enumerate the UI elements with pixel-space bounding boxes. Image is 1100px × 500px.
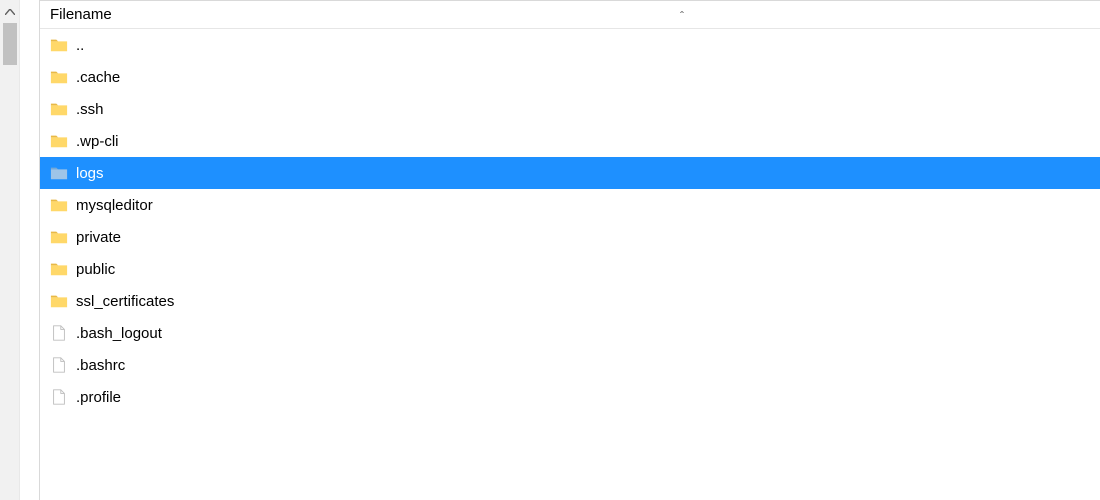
list-item[interactable]: .wp-cli <box>40 125 1100 157</box>
list-item[interactable]: .ssh <box>40 93 1100 125</box>
sort-indicator-icon: ˆ <box>680 2 684 30</box>
list-item[interactable]: private <box>40 221 1100 253</box>
filename-label: .ssh <box>76 101 104 118</box>
file-list-panel: Filename ˆ .. .cache .ssh .wp-cli logs mysqle… <box>40 0 1100 500</box>
filename-label: logs <box>76 165 104 182</box>
folder-icon <box>50 100 68 118</box>
file-icon <box>50 388 68 406</box>
scroll-up-button[interactable] <box>1 3 19 21</box>
list-item[interactable]: ssl_certificates <box>40 285 1100 317</box>
folder-icon <box>50 36 68 54</box>
column-header-label: Filename <box>50 6 112 23</box>
list-item[interactable]: mysqleditor <box>40 189 1100 221</box>
filename-label: .profile <box>76 389 121 406</box>
filename-label: mysqleditor <box>76 197 153 214</box>
list-item[interactable]: .profile <box>40 381 1100 413</box>
folder-icon <box>50 164 68 182</box>
folder-icon <box>50 196 68 214</box>
file-icon <box>50 324 68 342</box>
list-item[interactable]: .cache <box>40 61 1100 93</box>
filename-label: .bashrc <box>76 357 125 374</box>
folder-icon <box>50 292 68 310</box>
list-item[interactable]: .. <box>40 29 1100 61</box>
filename-label: ssl_certificates <box>76 293 174 310</box>
file-list: .. .cache .ssh .wp-cli logs mysqleditor privat… <box>40 29 1100 500</box>
file-icon <box>50 356 68 374</box>
scroll-thumb[interactable] <box>3 23 17 65</box>
folder-icon <box>50 68 68 86</box>
left-scrollbar[interactable] <box>0 0 20 500</box>
filename-label: .cache <box>76 69 120 86</box>
folder-icon <box>50 228 68 246</box>
list-item[interactable]: public <box>40 253 1100 285</box>
filename-label: public <box>76 261 115 278</box>
filename-label: private <box>76 229 121 246</box>
column-header-filename[interactable]: Filename ˆ <box>40 1 1100 29</box>
left-gutter <box>20 0 40 500</box>
filename-label: .. <box>76 37 84 54</box>
folder-icon <box>50 260 68 278</box>
filename-label: .bash_logout <box>76 325 162 342</box>
list-item[interactable]: .bashrc <box>40 349 1100 381</box>
list-item[interactable]: logs <box>40 157 1100 189</box>
folder-icon <box>50 132 68 150</box>
file-browser: Filename ˆ .. .cache .ssh .wp-cli logs mysqle… <box>0 0 1100 500</box>
list-item[interactable]: .bash_logout <box>40 317 1100 349</box>
filename-label: .wp-cli <box>76 133 119 150</box>
